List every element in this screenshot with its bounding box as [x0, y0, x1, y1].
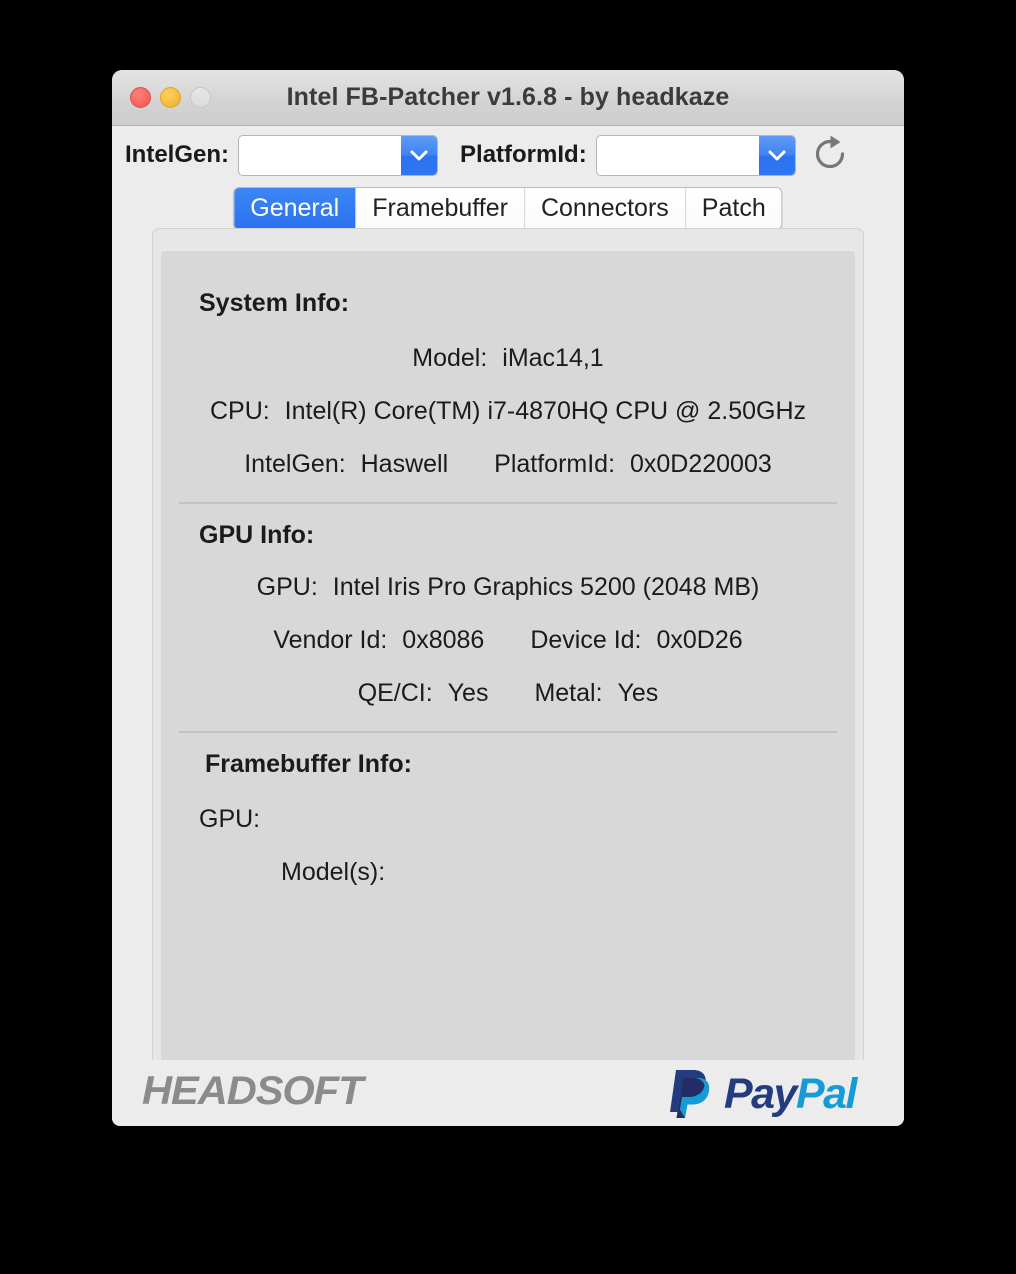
tab-connectors[interactable]: Connectors [524, 188, 686, 229]
gpu-row: GPU: Intel Iris Pro Graphics 5200 (2048 … [161, 573, 855, 602]
platformid-input[interactable] [596, 135, 759, 175]
gpu-value: Intel Iris Pro Graphics 5200 (2048 MB) [332, 573, 760, 601]
window-title: Intel FB-Patcher v1.6.8 - by headkaze [286, 83, 730, 111]
app-window: Intel FB-Patcher v1.6.8 - by headkaze In… [112, 70, 904, 1126]
model-label: Model: [412, 344, 488, 372]
platformid-info: PlatformId: 0x0D220003 [494, 450, 772, 479]
metal-info: Metal: Yes [534, 679, 658, 708]
headsoft-logo: HEADSOFT [142, 1069, 364, 1113]
device-id-value: 0x0D26 [656, 626, 743, 654]
vendor-id-value: 0x8086 [402, 626, 485, 654]
window-titlebar: Intel FB-Patcher v1.6.8 - by headkaze [112, 70, 904, 126]
platformid-info-label: PlatformId: [494, 450, 616, 478]
intelgen-input[interactable] [239, 135, 402, 175]
intelgen-platformid-row: IntelGen: Haswell PlatformId: 0x0D220003 [161, 450, 855, 479]
gpu-info-heading: GPU Info: [199, 521, 315, 549]
fb-models-row: Model(s): [281, 858, 855, 887]
fb-gpu-label: GPU: [199, 805, 261, 833]
metal-value: Yes [617, 679, 659, 707]
vendor-id-info: Vendor Id: 0x8086 [273, 626, 484, 655]
metal-label: Metal: [534, 679, 603, 707]
intelgen-info-label: IntelGen: [244, 450, 346, 478]
fb-models-label: Model(s): [281, 858, 386, 886]
paypal-logo-icon [666, 1064, 716, 1125]
platformid-label: PlatformId: [460, 141, 587, 168]
cpu-row: CPU: Intel(R) Core(TM) i7-4870HQ CPU @ 2… [161, 397, 855, 426]
qeci-value: Yes [447, 679, 489, 707]
system-info-heading: System Info: [199, 289, 350, 317]
paypal-wordmark: PayPal [723, 1070, 858, 1118]
paypal-donate-link[interactable]: PayPal [666, 1064, 858, 1125]
intelgen-info-value: Haswell [360, 450, 449, 478]
model-value: iMac14,1 [502, 344, 604, 372]
qeci-label: QE/CI: [357, 679, 433, 707]
model-row: Model: iMac14,1 [161, 344, 855, 373]
refresh-button[interactable] [808, 133, 852, 177]
tab-framebuffer[interactable]: Framebuffer [356, 188, 525, 229]
qeci-metal-row: QE/CI: Yes Metal: Yes [161, 679, 855, 708]
device-id-info: Device Id: 0x0D26 [530, 626, 742, 655]
qeci-info: QE/CI: Yes [358, 679, 489, 708]
intelgen-combobox[interactable] [238, 134, 439, 176]
cpu-value: Intel(R) Core(TM) i7-4870HQ CPU @ 2.50GH… [284, 397, 807, 425]
paypal-pay-text: Pay [723, 1070, 798, 1118]
platformid-info-value: 0x0D220003 [629, 450, 772, 478]
cpu-label: CPU: [209, 397, 270, 425]
vendor-device-row: Vendor Id: 0x8086 Device Id: 0x0D26 [161, 626, 855, 655]
refresh-icon [811, 135, 849, 176]
fb-gpu-row: GPU: [199, 805, 855, 834]
chevron-down-icon[interactable] [401, 135, 438, 175]
gpu-label: GPU: [256, 573, 318, 601]
platformid-combobox[interactable] [595, 134, 796, 176]
tab-panel: System Info: Model: iMac14,1 CPU: Intel(… [152, 228, 864, 1126]
intelgen-label: IntelGen: [125, 141, 230, 168]
general-tab-content: System Info: Model: iMac14,1 CPU: Intel(… [161, 251, 855, 1126]
intelgen-info: IntelGen: Haswell [244, 450, 448, 479]
vendor-id-label: Vendor Id: [273, 626, 388, 654]
selector-toolbar: IntelGen: PlatformId: [112, 126, 904, 184]
paypal-pal-text: Pal [795, 1070, 858, 1118]
tab-group: General Framebuffer Connectors Patch [233, 187, 783, 230]
tab-general[interactable]: General [234, 188, 357, 229]
tab-bar: General Framebuffer Connectors Patch [112, 184, 904, 230]
device-id-label: Device Id: [530, 626, 642, 654]
window-footer: HEADSOFT PayPal [112, 1060, 904, 1126]
tab-patch[interactable]: Patch [685, 188, 782, 229]
framebuffer-info-heading: Framebuffer Info: [205, 750, 412, 778]
chevron-down-icon[interactable] [758, 135, 795, 175]
